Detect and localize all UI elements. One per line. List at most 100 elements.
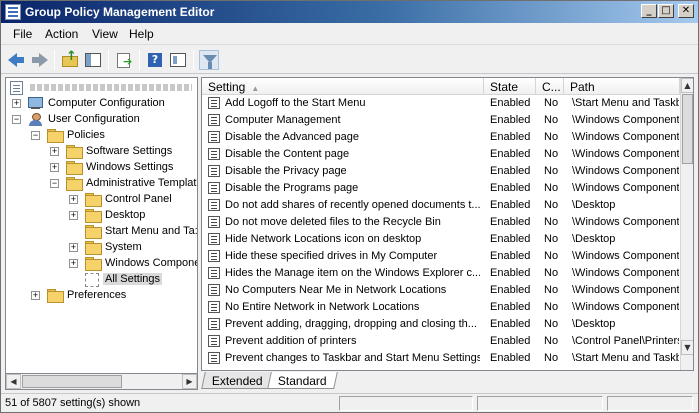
export-list-icon[interactable]	[114, 50, 134, 70]
state-cell: Enabled	[490, 267, 531, 279]
column-header-state[interactable]: State	[484, 78, 536, 95]
comment-cell: No	[544, 165, 559, 177]
table-row[interactable]: Disable the Programs page Enabled No \Windo…	[202, 180, 680, 197]
tree-label: User Configuration	[48, 113, 140, 125]
folder-icon	[66, 145, 83, 159]
table-row[interactable]: Disable the Advanced page Enabled No \Windo…	[202, 129, 680, 146]
scroll-thumb[interactable]	[682, 94, 693, 164]
expand-icon[interactable]: +	[69, 195, 78, 204]
tree-item-computer-configuration[interactable]: + Computer Configuration	[6, 96, 196, 112]
user-icon	[28, 113, 43, 127]
back-icon[interactable]	[7, 50, 27, 70]
state-cell: Enabled	[490, 97, 531, 109]
policy-setting-icon	[208, 131, 220, 143]
table-row[interactable]: Prevent adding, dragging, dropping and c…	[202, 316, 680, 333]
scroll-up-icon[interactable]: ▲	[681, 78, 693, 93]
tree-item-all-settings[interactable]: All Settings	[6, 272, 196, 288]
table-row[interactable]: Do not add shares of recently opened doc…	[202, 197, 680, 214]
expand-icon[interactable]: +	[31, 291, 40, 300]
path-cell: \Start Menu and Taskb	[572, 97, 679, 109]
comment-cell: No	[544, 233, 559, 245]
collapse-icon[interactable]: −	[12, 115, 21, 124]
table-row[interactable]: Disable the Content page Enabled No \Window…	[202, 146, 680, 163]
column-header-setting[interactable]: Setting ▲	[202, 78, 484, 95]
table-row[interactable]: No Entire Network in Network Locations En…	[202, 299, 680, 316]
gpme-app-icon[interactable]	[5, 4, 21, 20]
tree-item-control-panel[interactable]: + Control Panel	[6, 192, 196, 208]
expand-icon[interactable]: +	[69, 211, 78, 220]
expand-icon[interactable]: +	[50, 147, 59, 156]
column-header-path[interactable]: Path	[564, 78, 680, 95]
path-cell: \Windows Components	[572, 165, 679, 177]
scroll-left-icon[interactable]: ◀	[6, 374, 21, 389]
tree-item-software-settings[interactable]: + Software Settings	[6, 144, 196, 160]
scroll-thumb[interactable]	[22, 375, 122, 388]
tree-item-system[interactable]: + System	[6, 240, 196, 256]
table-row[interactable]: Hide Network Locations icon on desktop En…	[202, 231, 680, 248]
tree-label: Administrative Templat	[86, 177, 197, 189]
column-header-comment[interactable]: C...	[536, 78, 564, 95]
menu-view[interactable]: View	[92, 27, 118, 41]
properties-icon[interactable]	[168, 50, 188, 70]
tree-item-desktop[interactable]: + Desktop	[6, 208, 196, 224]
filter-icon[interactable]	[199, 50, 219, 70]
tree-item-policies[interactable]: − Policies	[6, 128, 196, 144]
path-cell: \Windows Components	[572, 216, 679, 228]
status-pane	[339, 396, 473, 411]
tree-label: Start Menu and Ta:	[105, 225, 198, 237]
tree-item-user-configuration[interactable]: − User Configuration	[6, 112, 196, 128]
menu-action[interactable]: Action	[45, 27, 78, 41]
expand-icon[interactable]: +	[69, 243, 78, 252]
menu-file[interactable]: File	[13, 27, 32, 41]
table-row[interactable]: Prevent addition of printers Enabled No \Co…	[202, 333, 680, 350]
menu-help[interactable]: Help	[129, 27, 154, 41]
tree-horizontal-scrollbar[interactable]: ◀ ▶	[5, 373, 198, 390]
scroll-down-icon[interactable]: ▼	[681, 340, 693, 355]
collapse-icon[interactable]: −	[50, 179, 59, 188]
table-row[interactable]: Prevent changes to Taskbar and Start Men…	[202, 350, 680, 367]
expand-icon[interactable]: +	[50, 163, 59, 172]
state-cell: Enabled	[490, 182, 531, 194]
expand-icon[interactable]: +	[12, 99, 21, 108]
comment-cell: No	[544, 199, 559, 211]
sort-ascending-icon: ▲	[251, 84, 260, 93]
collapse-icon[interactable]: −	[31, 131, 40, 140]
forward-icon[interactable]	[29, 50, 49, 70]
up-folder-icon[interactable]	[60, 49, 80, 70]
tree-item-windows-components[interactable]: + Windows Compone	[6, 256, 197, 272]
list-vertical-scrollbar[interactable]: ▲ ▼	[680, 78, 693, 370]
table-row[interactable]: Add Logoff to the Start Menu Enabled No \St…	[202, 95, 680, 112]
scroll-right-icon[interactable]: ▶	[182, 374, 197, 389]
show-hide-tree-icon[interactable]	[83, 50, 103, 70]
minimize-button[interactable]: _	[641, 4, 657, 18]
tab-extended[interactable]: Extended	[201, 372, 274, 389]
gpme-window: Group Policy Management Editor _ □ ✕ Fil…	[0, 0, 699, 413]
tree-item-administrative-templates[interactable]: − Administrative Templat	[6, 176, 196, 192]
help-icon[interactable]: ?	[145, 50, 165, 70]
settings-list[interactable]: Setting ▲ State C... Path Add Logoff to t…	[201, 77, 694, 371]
tree-item-preferences[interactable]: + Preferences	[6, 288, 196, 304]
navigation-tree[interactable]: + Computer Configuration − User Configur…	[5, 77, 198, 389]
setting-cell: Hide Network Locations icon on desktop	[225, 233, 422, 245]
status-pane	[607, 396, 693, 411]
setting-cell: Disable the Programs page	[225, 182, 359, 194]
expand-icon[interactable]: +	[69, 259, 78, 268]
table-row[interactable]: No Computers Near Me in Network Location…	[202, 282, 680, 299]
comment-cell: No	[544, 97, 559, 109]
folder-icon	[66, 161, 83, 175]
path-cell: \Windows Components	[572, 250, 679, 262]
table-row[interactable]: Do not move deleted files to the Recycle…	[202, 214, 680, 231]
table-row[interactable]: Hide these specified drives in My Comput…	[202, 248, 680, 265]
path-cell: \Windows Components	[572, 131, 679, 143]
tree-item-root-gpo[interactable]	[10, 80, 195, 96]
table-row[interactable]: Computer Management Enabled No \Windows Com…	[202, 112, 680, 129]
maximize-button[interactable]: □	[658, 4, 674, 18]
table-row[interactable]: Hides the Manage item on the Windows Exp…	[202, 265, 680, 282]
tree-item-windows-settings[interactable]: + Windows Settings	[6, 160, 196, 176]
tab-standard[interactable]: Standard	[267, 372, 338, 389]
table-row[interactable]: Disable the Privacy page Enabled No \Window…	[202, 163, 680, 180]
title-bar[interactable]: Group Policy Management Editor _ □ ✕	[1, 1, 698, 23]
close-button[interactable]: ✕	[678, 4, 694, 18]
tree-item-start-menu-and-taskbar[interactable]: Start Menu and Ta:	[6, 224, 198, 240]
tab-label: Standard	[277, 374, 327, 388]
